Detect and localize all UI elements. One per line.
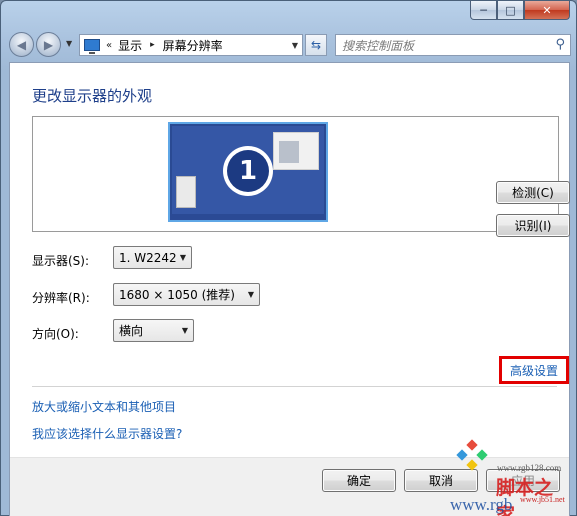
advanced-settings-link[interactable]: 高级设置 [510,362,558,379]
watermark-logo-icon [456,439,488,471]
mini-window-graphic [273,132,319,170]
display-icon [84,39,100,54]
orientation-select[interactable]: 横向 ▼ [113,319,194,342]
right-arrow-icon: ▶ [43,37,54,52]
refresh-button[interactable]: ⇆ [305,34,327,56]
mini-panel-graphic [176,176,196,208]
display-label: 显示器(S): [32,254,90,268]
breadcrumb-overflow[interactable]: « [106,40,112,51]
taskbar-graphic [170,214,326,220]
address-bar[interactable]: « 显示 ▸ 屏幕分辨率 ▼ [79,34,303,56]
display-preview-area: 1 检测(C) 识别(I) [32,116,570,237]
resolution-select-value: 1680 × 1050 (推荐) [119,288,235,302]
watermark-url: www.rgb128.com [497,463,562,473]
page-title: 更改显示器的外观 [32,87,153,105]
divider [32,386,557,387]
left-arrow-icon: ◀ [16,37,27,52]
chevron-down-icon: ▼ [181,326,188,335]
chevron-down-icon: ▼ [247,290,254,299]
address-dropdown-icon[interactable]: ▼ [292,41,298,50]
recent-pages-dropdown[interactable]: ▼ [66,39,72,48]
detect-button[interactable]: 检测(C) [496,181,570,204]
search-input[interactable]: 搜索控制面板 ⚲ [335,34,571,56]
breadcrumb-display[interactable]: 显示 [118,37,142,54]
orientation-select-value: 横向 [119,324,144,338]
which-settings-link[interactable]: 我应该选择什么显示器设置? [32,425,182,442]
identify-button[interactable]: 识别(I) [496,214,570,237]
main-content: 更改显示器的外观 1 检测(C) 识别(I) 显示器(S): 1. W2242 … [9,62,570,516]
control-panel-window: ─ □ ✕ ◀ ▶ ▼ « 显示 ▸ 屏幕分辨率 ▼ ⇆ 搜索控制面板 ⚲ 更改… [0,0,577,516]
back-button[interactable]: ◀ [9,32,34,57]
monitor-number-badge: 1 [223,146,273,196]
search-placeholder: 搜索控制面板 [342,38,415,53]
search-icon[interactable]: ⚲ [555,37,565,52]
chevron-down-icon: ▼ [66,39,73,48]
resolution-select[interactable]: 1680 × 1050 (推荐) ▼ [113,283,260,306]
display-select[interactable]: 1. W2242 ▼ [113,246,192,269]
resolution-label: 分辨率(R): [32,291,90,305]
chevron-down-icon: ▼ [179,253,186,262]
close-button[interactable]: ✕ [524,1,570,20]
navigation-bar: ◀ ▶ ▼ « 显示 ▸ 屏幕分辨率 ▼ ⇆ 搜索控制面板 ⚲ [9,31,571,59]
minimize-button[interactable]: ─ [470,1,497,20]
breadcrumb-resolution[interactable]: 屏幕分辨率 [163,37,223,54]
advanced-settings-highlight: 高级设置 [499,356,569,384]
refresh-icon: ⇆ [310,38,322,52]
ok-button[interactable]: 确定 [322,469,396,492]
watermark-url-large: www.rgb [450,495,513,514]
orientation-label: 方向(O): [32,327,79,341]
text-size-link[interactable]: 放大或缩小文本和其他项目 [32,398,176,415]
display-select-value: 1. W2242 [119,250,177,265]
breadcrumb-separator-icon[interactable]: ▸ [150,40,155,50]
maximize-button[interactable]: □ [497,1,524,20]
watermark-url-secondary: www.jb51.net [520,495,565,504]
window-controls: ─ □ ✕ [470,1,570,20]
monitor-number: 1 [227,150,269,192]
monitor-1-preview[interactable]: 1 [168,122,328,222]
forward-button[interactable]: ▶ [36,32,61,57]
